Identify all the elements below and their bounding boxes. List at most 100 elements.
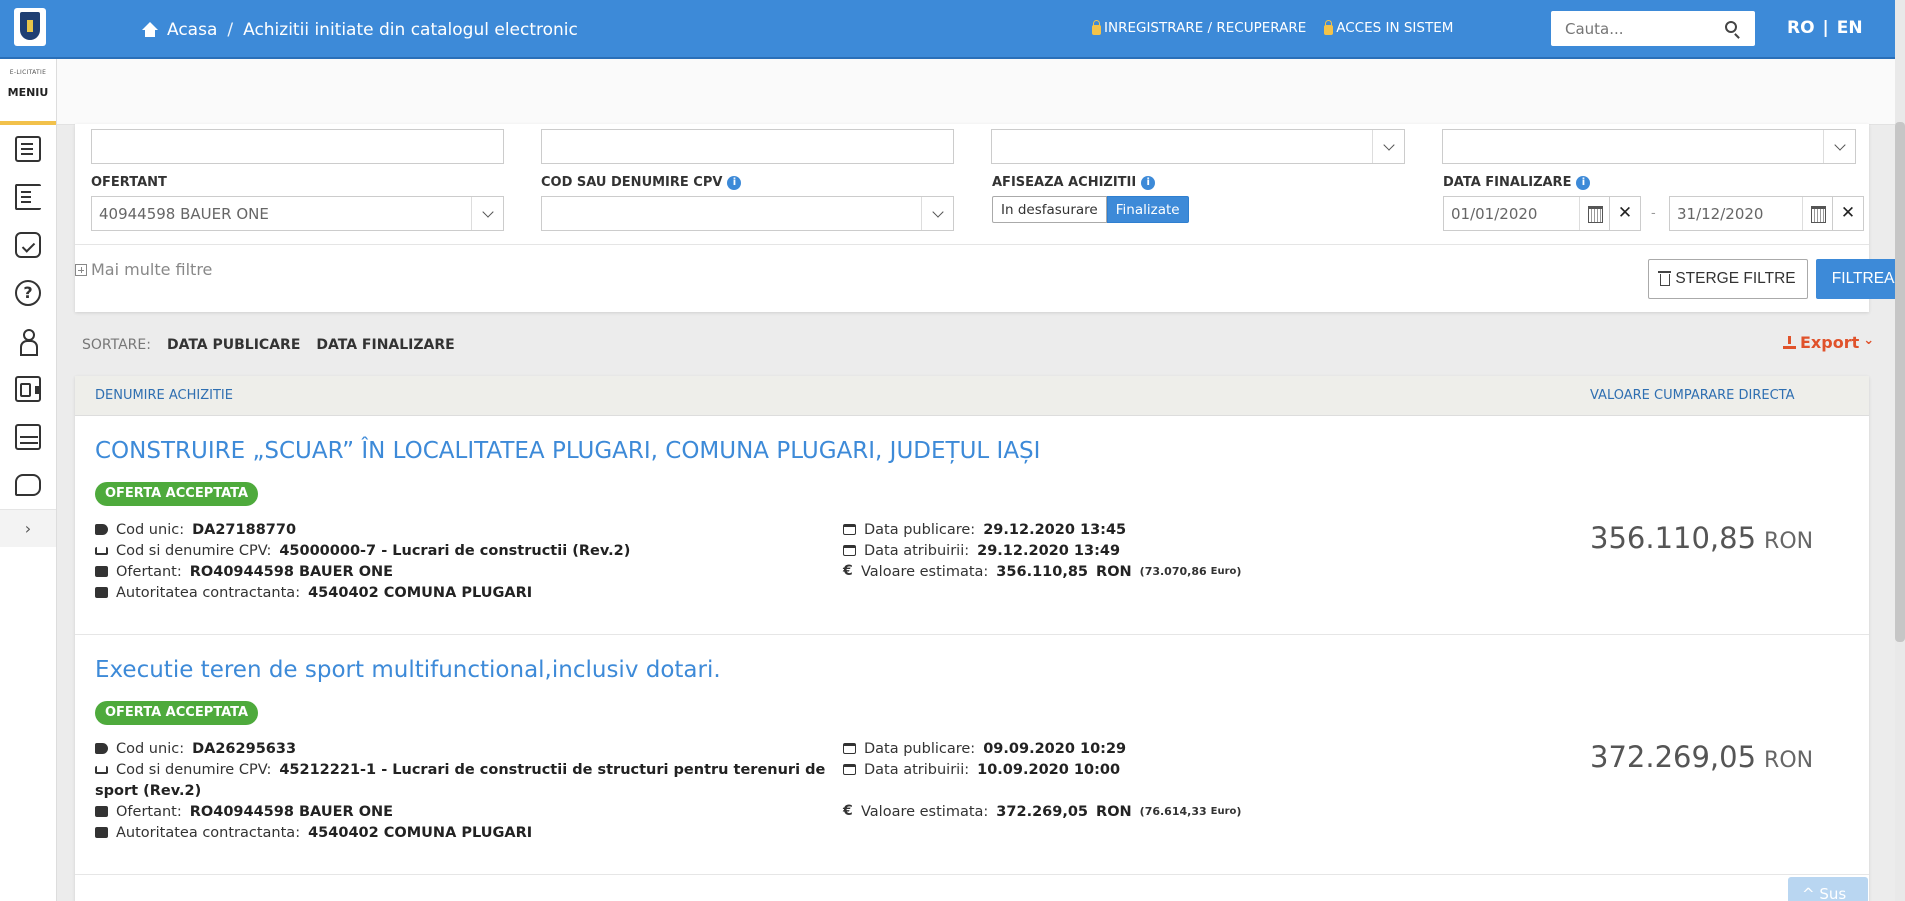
calendar-icon[interactable] [1802, 197, 1832, 230]
menu-item-grid[interactable] [0, 413, 56, 461]
lock-icon [1092, 19, 1101, 35]
clear-filters-button[interactable]: STERGE FILTRE [1648, 259, 1808, 299]
lang-en[interactable]: EN [1837, 18, 1863, 38]
divider [75, 244, 1869, 245]
filter-text-1[interactable] [91, 129, 504, 164]
menu-expand-button[interactable]: › [0, 509, 56, 547]
scroll-top-button[interactable]: ^ Sus [1788, 877, 1868, 901]
cpv-select[interactable] [541, 196, 954, 231]
result-meta-right: Data publicare: 29.12.2020 13:45 Data atr… [843, 521, 1242, 580]
tag-icon [95, 743, 108, 754]
login-link[interactable]: ACCES IN SISTEM [1324, 19, 1453, 36]
toggle-finalizate[interactable]: Finalizate [1106, 196, 1189, 223]
result-price: 356.110,85 RON [1590, 521, 1814, 555]
menu-header[interactable]: E-LICITATIE MENIU [0, 59, 56, 125]
euro-icon: € [843, 563, 853, 579]
result-meta-right: Data publicare: 09.09.2020 10:29 Data atr… [843, 740, 1242, 820]
sort-data-finalizare[interactable]: DATA FINALIZARE [316, 337, 454, 353]
menu-item-list[interactable] [0, 173, 56, 221]
info-icon[interactable]: i [1141, 175, 1156, 190]
info-icon[interactable]: i [1576, 175, 1591, 190]
info-icon[interactable]: i [727, 175, 742, 190]
plus-icon [75, 263, 87, 276]
filter-select-2[interactable] [1442, 129, 1856, 164]
chevron-right-icon: › [24, 519, 32, 538]
menu-title: MENIU [7, 86, 49, 99]
shield-icon [20, 12, 40, 40]
date-from-input[interactable]: 01/01/2020 [1443, 196, 1610, 231]
status-badge: OFERTA ACCEPTATA [95, 701, 259, 725]
close-icon: ✕ [1617, 203, 1633, 223]
register-link[interactable]: INREGISTRARE / RECUPERARE [1092, 19, 1306, 36]
search-icon[interactable] [1725, 21, 1737, 33]
status-badge: OFERTA ACCEPTATA [95, 482, 259, 506]
lang-separator: | [1822, 18, 1829, 38]
calendar-icon [843, 524, 856, 535]
sub-header [57, 59, 1895, 125]
menu-item-id-card[interactable] [0, 365, 56, 413]
breadcrumb-home[interactable]: Acasa [141, 20, 217, 40]
logo[interactable] [14, 8, 46, 46]
chevron-down-icon [1372, 130, 1404, 163]
filter-panel: OFERTANT 40944598 BAUER ONE COD SAU DENU… [75, 124, 1905, 312]
ofertant-label: OFERTANT [91, 175, 167, 190]
date-from-value: 01/01/2020 [1451, 205, 1538, 223]
afiseaza-label: AFISEAZA ACHIZITII i [992, 175, 1156, 190]
menu-item-chat[interactable] [0, 461, 56, 509]
menu-item-documents[interactable] [0, 125, 56, 173]
scrollbar-thumb[interactable] [1895, 122, 1905, 642]
date-to-value: 31/12/2020 [1677, 205, 1764, 223]
result-title[interactable]: CONSTRUIRE „SCUAR” ÎN LOCALITATEA PLUGAR… [95, 438, 1040, 464]
menu-item-help[interactable]: ? [0, 269, 56, 317]
result-item: Executie teren de sport multifunctional,… [75, 635, 1869, 875]
more-filters-link[interactable]: Mai multe filtre [75, 260, 212, 279]
breadcrumb-separator: / [227, 20, 234, 40]
column-denumire: DENUMIRE ACHIZITIE [95, 388, 233, 403]
chat-icon [15, 474, 41, 496]
language-switch: RO | EN [1787, 18, 1863, 38]
trash-icon [1658, 271, 1672, 286]
top-bar: Acasa / Achizitii initiate din catalogul… [0, 0, 1895, 59]
clear-date-to-button[interactable]: ✕ [1832, 196, 1864, 231]
date-range-dash: - [1651, 206, 1656, 221]
id-card-icon [15, 376, 41, 402]
clear-date-from-button[interactable]: ✕ [1609, 196, 1641, 231]
lang-ro[interactable]: RO [1787, 18, 1815, 38]
result-item: CONSTRUIRE „SCUAR” ÎN LOCALITATEA PLUGAR… [75, 416, 1869, 635]
breadcrumb-current: Achizitii initiate din catalogul electro… [243, 20, 578, 40]
document-icon [15, 136, 41, 162]
sitemap-icon [95, 765, 108, 774]
toggle-in-desfasurare[interactable]: In desfasurare [992, 196, 1107, 223]
sort-label: SORTARE: [82, 337, 151, 353]
sort-bar: SORTARE: DATA PUBLICARE DATA FINALIZARE [82, 337, 455, 353]
tag-icon [95, 524, 108, 535]
grid-icon [15, 424, 41, 450]
result-title[interactable]: Executie teren de sport multifunctional,… [95, 657, 721, 683]
status-toggle: In desfasurare Finalizate [992, 196, 1189, 223]
ofertant-select[interactable]: 40944598 BAUER ONE [91, 196, 504, 231]
menu-brand: E-LICITATIE [9, 69, 47, 76]
euro-icon: € [843, 803, 853, 819]
result-meta-left: Cod unic: DA27188770 Cod si denumire CPV:… [95, 519, 795, 603]
ofertant-value: 40944598 BAUER ONE [99, 205, 269, 223]
auth-links: INREGISTRARE / RECUPERARE ACCES IN SISTE… [1092, 19, 1453, 36]
calendar-icon[interactable] [1579, 197, 1609, 230]
chevron-down-icon: ⌄ [1863, 333, 1875, 348]
menu-item-checklist[interactable] [0, 221, 56, 269]
search-input[interactable] [1551, 11, 1711, 46]
briefcase-icon [95, 827, 108, 838]
filter-text-2[interactable] [541, 129, 954, 164]
filter-select-1[interactable] [991, 129, 1405, 164]
menu-item-person[interactable] [0, 317, 56, 365]
export-button[interactable]: Export ⌄ [1783, 333, 1874, 352]
filter-button[interactable]: FILTREAZA [1816, 259, 1905, 299]
sort-data-publicare[interactable]: DATA PUBLICARE [167, 337, 300, 353]
briefcase-icon [95, 566, 108, 577]
calendar-icon [843, 743, 856, 754]
data-finalizare-label: DATA FINALIZARE i [1443, 175, 1591, 190]
briefcase-icon [95, 587, 108, 598]
date-to-input[interactable]: 31/12/2020 [1669, 196, 1833, 231]
help-icon: ? [15, 280, 41, 306]
column-valoare: VALOARE CUMPARARE DIRECTA [1590, 388, 1795, 403]
left-menu: E-LICITATIE MENIU ? › [0, 59, 57, 901]
